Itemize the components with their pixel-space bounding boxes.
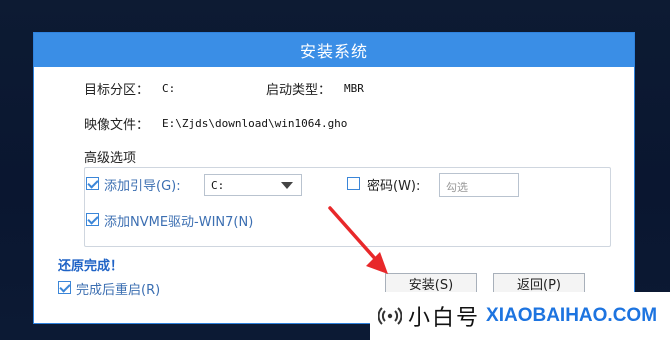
image-file-label: 映像文件：	[84, 118, 150, 133]
watermark-bar: 小白号 XIAOBAIHAO.COM	[370, 292, 670, 340]
restart-label[interactable]: 完成后重启(R)	[76, 279, 160, 298]
advanced-options-title: 高级选项	[84, 151, 137, 166]
add-boot-checkbox[interactable]	[86, 177, 99, 190]
sound-waves-icon	[378, 307, 402, 325]
watermark-cn: 小白号	[408, 306, 481, 331]
dialog-title: 安装系统	[34, 33, 634, 67]
image-file-value: E:\Zjds\download\win1064.gho	[162, 117, 348, 130]
boot-type-value: MBR	[344, 82, 364, 95]
boot-type-label: 启动类型：	[266, 83, 332, 98]
add-boot-label[interactable]: 添加引导(G):	[104, 175, 181, 194]
boot-drive-value: C:	[211, 179, 225, 192]
password-input[interactable]: 勾选	[439, 173, 519, 197]
password-label[interactable]: 密码(W):	[367, 175, 420, 194]
target-partition-label: 目标分区：	[84, 83, 150, 98]
boot-drive-select[interactable]: C:	[204, 174, 302, 196]
target-partition-value: C:	[162, 82, 176, 95]
pointer-arrow-icon	[328, 206, 388, 274]
watermark-en: XIAOBAIHAO.COM	[486, 305, 658, 326]
add-nvme-checkbox[interactable]	[86, 213, 99, 226]
chevron-down-icon	[281, 182, 293, 189]
restart-checkbox[interactable]	[58, 281, 71, 294]
password-checkbox[interactable]	[347, 177, 360, 190]
add-nvme-label[interactable]: 添加NVME驱动-WIN7(N)	[104, 211, 253, 230]
status-text: 还原完成！	[58, 259, 124, 274]
